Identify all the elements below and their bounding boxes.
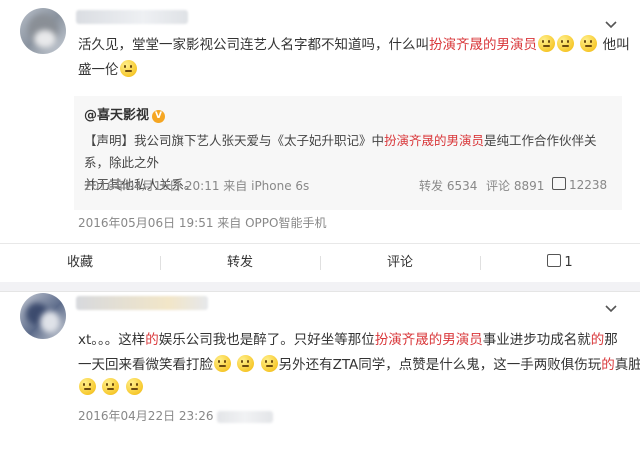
action-bar: 收藏 转发 评论 1 [0, 243, 640, 282]
emoji-smile-icon [260, 355, 278, 372]
post-meta: 2016年04月22日 23:26 [78, 407, 274, 424]
quoted-text-part: 【声明】我公司旗下艺人张天爱与《太子妃升职记》中 [84, 133, 385, 148]
post-meta: 2016年05月06日 19:51 来自 OPPO智能手机 [78, 216, 327, 230]
highlight-link[interactable]: 扮演齐晟的男演员 [429, 37, 537, 53]
like-button[interactable]: 1 [480, 244, 640, 282]
repost-button[interactable]: 转发 [160, 244, 320, 282]
highlight-link[interactable]: 扮演齐晟的男演员 [375, 332, 483, 348]
quoted-author[interactable]: @喜天影视 V [84, 104, 166, 123]
emoji-smile-icon [119, 60, 137, 77]
emoji-row [78, 376, 144, 401]
post-text-part: 盛一伦 [78, 62, 119, 78]
like-icon [552, 177, 566, 190]
quoted-repost[interactable]: 转发 6534 [419, 177, 477, 194]
post-text-part: 那 [604, 332, 618, 348]
quoted-comment[interactable]: 评论 8891 [486, 177, 544, 194]
emoji-smile-icon [538, 35, 555, 52]
post-text-line2: 盛一伦 [78, 58, 138, 83]
chevron-down-icon[interactable] [604, 302, 618, 316]
post-text-part: 事业进步功成名就 [482, 332, 591, 348]
post-text: 活久见，堂堂一家影视公司连艺人名字都不知道吗，什么叫扮演齐晟的男演员 他叫 [78, 33, 630, 58]
source-blurred [217, 410, 274, 423]
emoji-smile-icon [580, 35, 598, 52]
quoted-like[interactable]: 12238 [552, 177, 607, 192]
post-text-part: 的 [145, 332, 159, 348]
post-text-part: 活久见，堂堂一家影视公司连艺人名字都不知道吗，什么叫 [78, 37, 429, 53]
post-text-part: 他叫 [602, 37, 630, 53]
post-text: xt。。。这样的娱乐公司我也是醉了。只好坐等那位扮演齐晟的男演员事业进步功成名就… [78, 328, 618, 353]
username-blurred[interactable] [76, 10, 188, 24]
feed-card-1: 活久见，堂堂一家影视公司连艺人名字都不知道吗，什么叫扮演齐晟的男演员 他叫 盛一… [0, 0, 640, 282]
emoji-smile-icon [237, 355, 255, 372]
post-text-part: 娱乐公司我也是醉了。只好坐等那位 [158, 332, 375, 348]
emoji-smile-icon [214, 355, 231, 372]
quoted-author-name[interactable]: @喜天影视 [84, 108, 149, 123]
post-text-part: 一天回来看微笑看打脸 [78, 357, 213, 373]
post-text-part: 另外还有ZTA同学，点赞是什么鬼，这一手两败俱伤玩 [278, 357, 602, 373]
emoji-smile-icon [79, 378, 96, 395]
emoji-smile-icon [125, 378, 143, 395]
like-icon [547, 254, 562, 267]
verified-icon: V [152, 110, 166, 123]
quoted-meta: 2016年04月16日 20:11 来自 iPhone 6s [84, 179, 310, 193]
quoted-like-count: 12238 [569, 178, 608, 192]
emoji-smile-icon [102, 378, 120, 395]
like-count: 1 [564, 255, 573, 270]
avatar[interactable] [20, 8, 66, 54]
post-text-line2: 一天回来看微笑看打脸 另外还有ZTA同学，点赞是什么鬼，这一手两败俱伤玩的真脏 [78, 353, 640, 378]
chevron-down-icon[interactable] [604, 18, 618, 32]
highlight-link[interactable]: 扮演齐晟的男演员 [384, 133, 484, 148]
username-blurred[interactable] [76, 296, 208, 310]
post-text-part: 的 [590, 332, 605, 348]
emoji-smile-icon [557, 35, 574, 52]
comment-button[interactable]: 评论 [320, 244, 480, 282]
post-meta-time: 2016年04月22日 23:26 [78, 409, 214, 423]
fav-button[interactable]: 收藏 [0, 244, 160, 282]
post-text-part: xt。。。这样 [78, 332, 146, 348]
quoted-post[interactable]: @喜天影视 V 【声明】我公司旗下艺人张天爱与《太子妃升职记》中扮演齐晟的男演员是… [74, 96, 622, 210]
post-text-part: 的 [601, 357, 615, 373]
post-text-part: 真脏 [614, 357, 640, 373]
avatar[interactable] [20, 293, 66, 339]
